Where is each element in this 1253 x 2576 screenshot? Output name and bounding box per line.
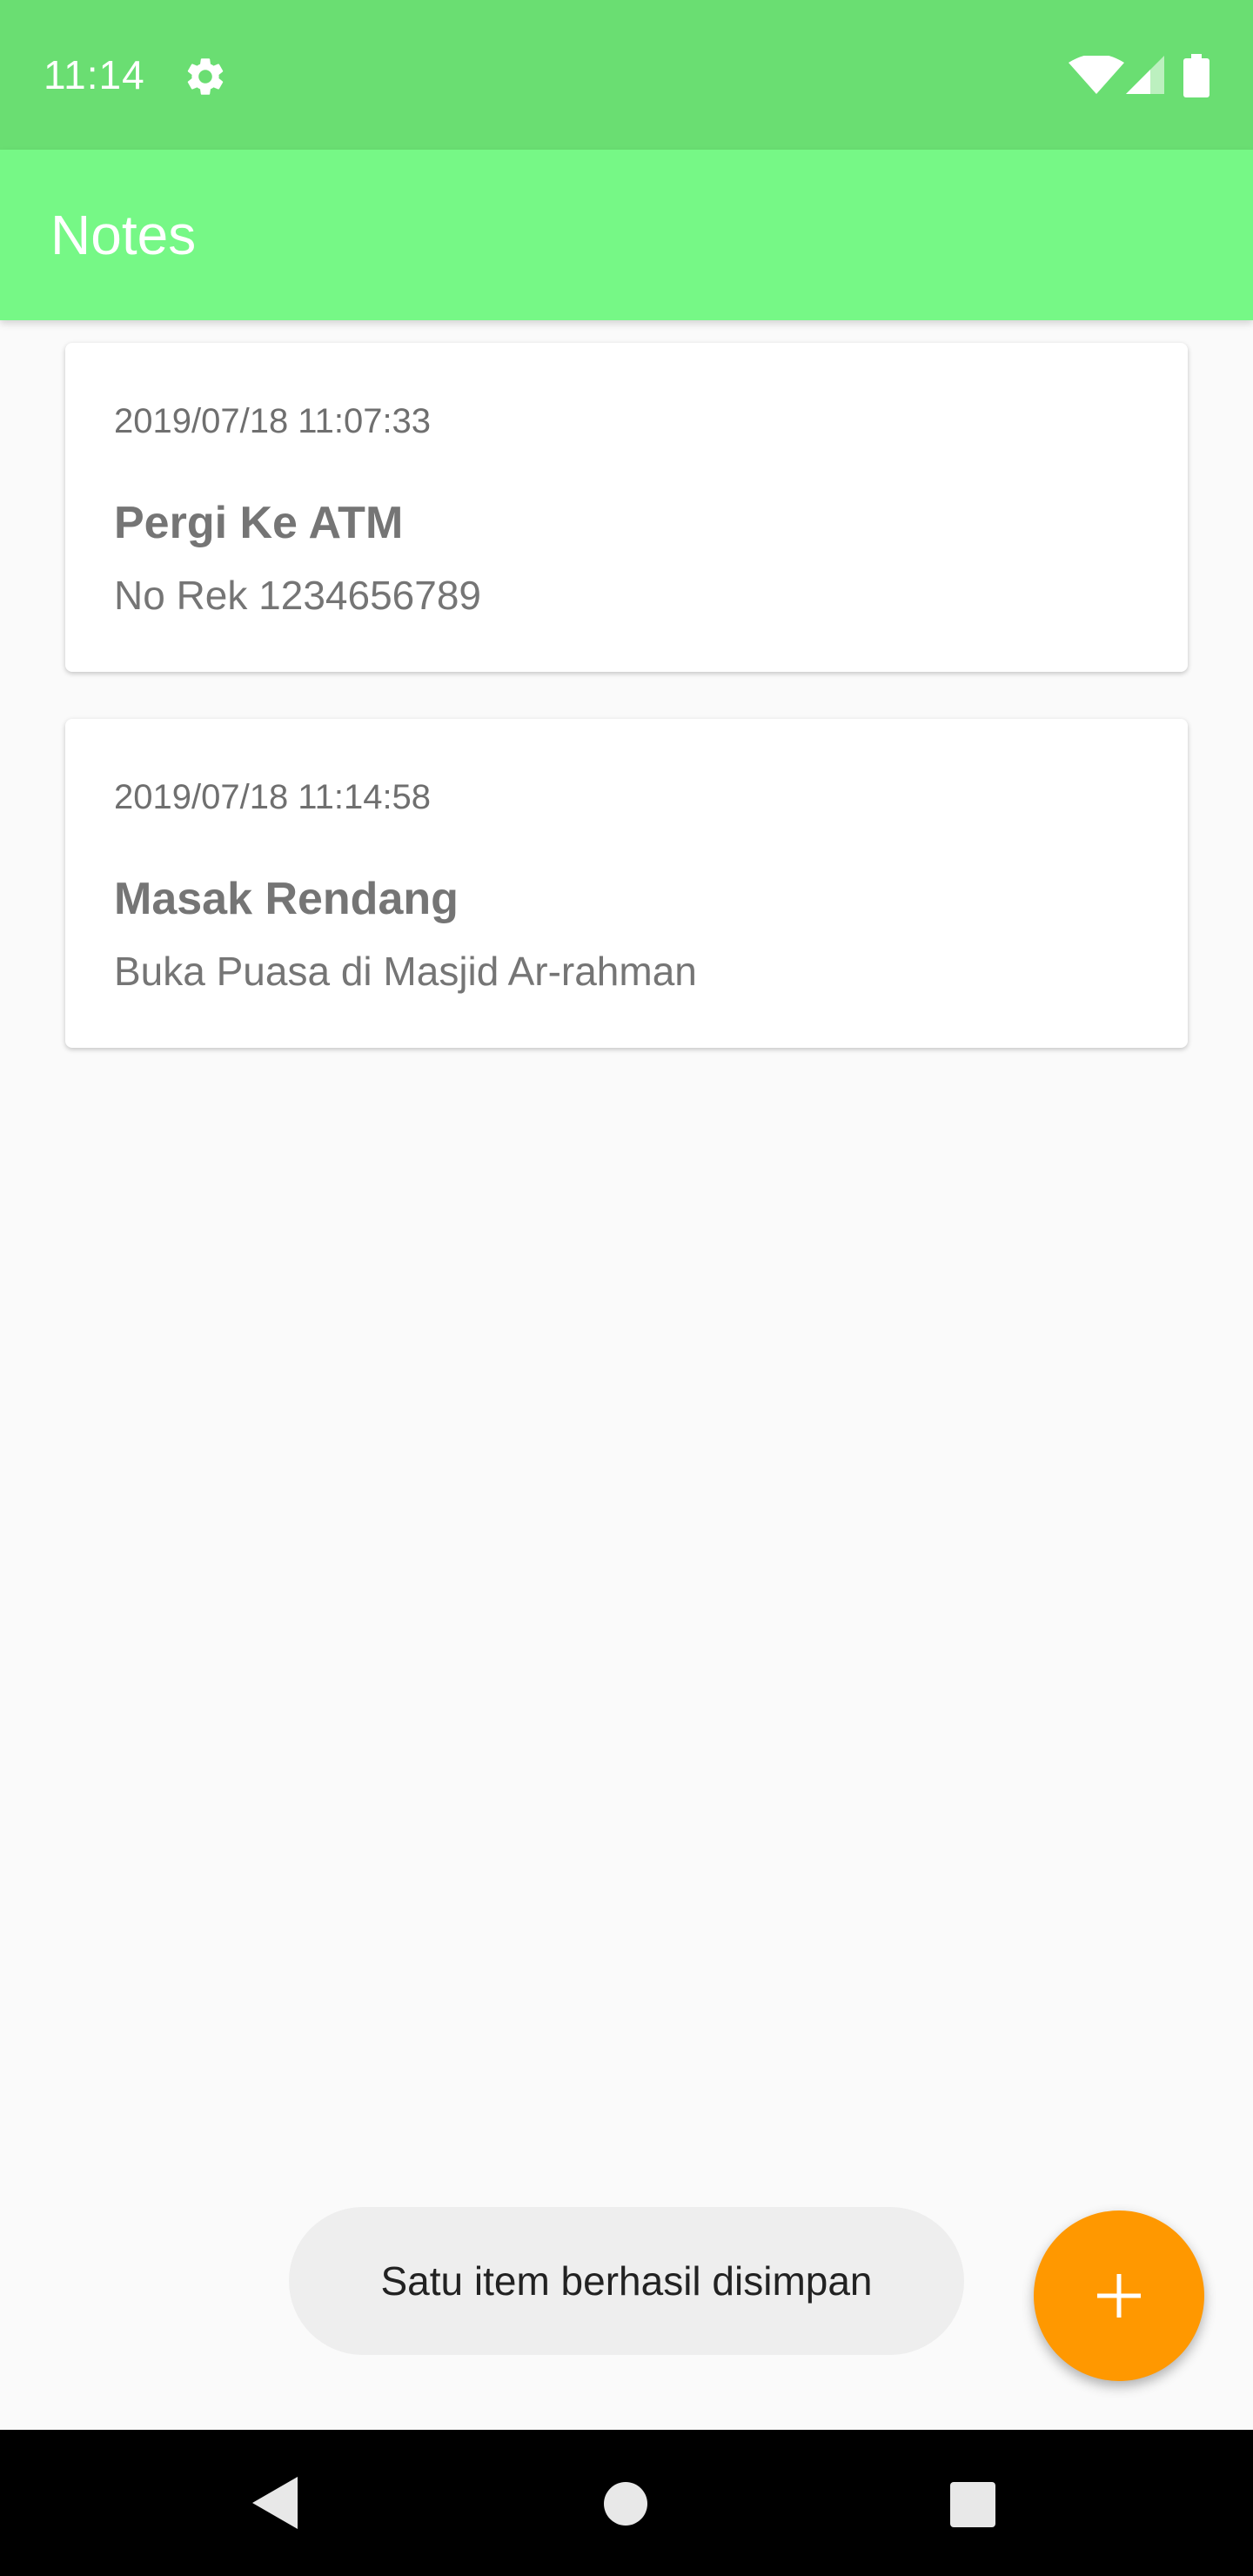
settings-gear-icon <box>187 58 224 95</box>
note-description: Buka Puasa di Masjid Ar-rahman <box>114 949 697 994</box>
note-date: 2019/07/18 11:07:33 <box>114 402 432 440</box>
plus-icon <box>1097 2274 1141 2318</box>
system-nav-bar <box>0 2430 1253 2576</box>
note-description: No Rek 1234656789 <box>114 573 481 618</box>
note-card[interactable]: 2019/07/18 11:14:58 Masak Rendang Buka P… <box>65 719 1188 1048</box>
wifi-icon <box>1069 56 1124 94</box>
note-date: 2019/07/18 11:14:58 <box>114 778 432 816</box>
note-title: Pergi Ke ATM <box>114 498 404 548</box>
status-time: 11:14 <box>44 52 145 97</box>
app-title: Notes <box>50 204 197 266</box>
battery-icon <box>1183 54 1209 97</box>
back-icon[interactable] <box>252 2477 298 2529</box>
status-bar: 11:14 <box>0 0 1253 150</box>
cell-signal-icon <box>1126 56 1164 94</box>
add-note-button[interactable] <box>1034 2210 1204 2381</box>
note-title: Masak Rendang <box>114 874 459 924</box>
toast-message: Satu item berhasil disimpan <box>289 2207 964 2355</box>
toast-text: Satu item berhasil disimpan <box>380 2258 873 2304</box>
notes-screen: 11:14 Notes 2019/07/18 11:07:33 Pergi Ke… <box>0 0 1253 2576</box>
home-icon[interactable] <box>604 2482 647 2526</box>
recents-icon[interactable] <box>950 2482 995 2527</box>
app-bar: Notes <box>0 150 1253 320</box>
note-card[interactable]: 2019/07/18 11:07:33 Pergi Ke ATM No Rek … <box>65 343 1188 672</box>
